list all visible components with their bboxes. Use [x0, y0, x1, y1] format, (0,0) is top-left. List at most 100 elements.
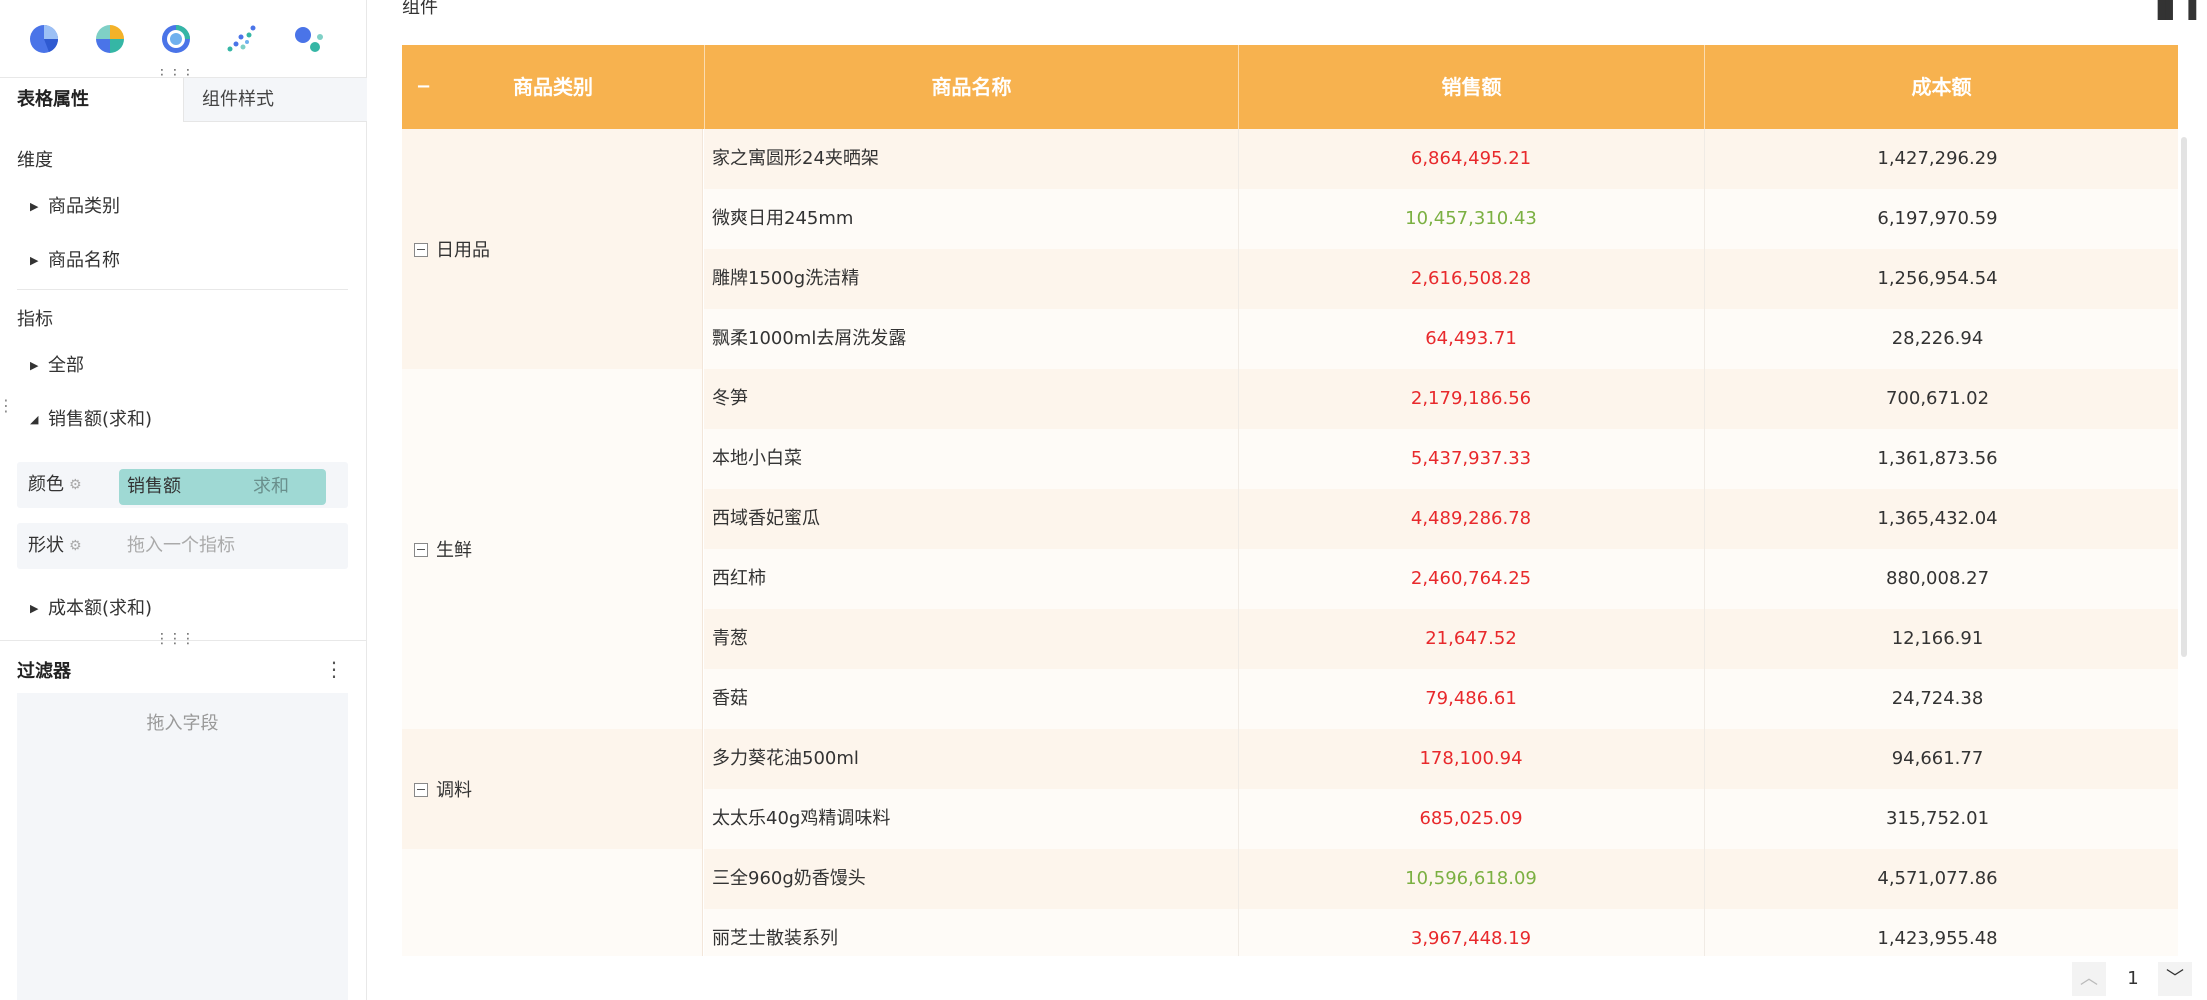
color-prop-row: 颜色 ⚙ 销售额 求和 [17, 462, 348, 508]
cell-sales: 6,864,495.21 [1238, 129, 1703, 189]
caret-right-icon: ▶ [30, 200, 39, 213]
scatter-chart-icon[interactable] [225, 22, 259, 56]
barcode-icon[interactable]: ▐▌▐ [2150, 0, 2196, 18]
dimension-item-label: 商品名称 [48, 250, 120, 271]
category-label: 生鲜 [436, 540, 472, 561]
cell-sales: 5,437,937.33 [1238, 429, 1703, 489]
more-vertical-icon[interactable]: ⋮ [324, 656, 344, 682]
table-row[interactable]: 多力葵花油500ml 178,100.94 94,661.77 [704, 729, 2178, 789]
pill-aggregation[interactable]: 求和 [253, 469, 289, 505]
cell-cost: 1,365,432.04 [1704, 489, 2170, 549]
cell-product-name: 雕牌1500g洗洁精 [712, 268, 860, 289]
category-group-toggle[interactable]: 生鲜 [414, 536, 472, 562]
cell-sales: 64,493.71 [1238, 309, 1703, 369]
table-row[interactable]: 太太乐40g鸡精调味料 685,025.09 315,752.01 [704, 789, 2178, 849]
dimension-item-product-name[interactable]: ▶ 商品名称 [30, 248, 120, 274]
cell-sales: 178,100.94 [1238, 729, 1703, 789]
collapse-icon[interactable] [414, 543, 428, 557]
cell-cost: 700,671.02 [1704, 369, 2170, 429]
category-group-toggle[interactable]: 调料 [414, 776, 472, 802]
left-config-panel: ⋮⋮⋮ 表格属性 组件样式 维度 ▶ 商品类别 ▶ 商品名称 指标 ▶ 全部 ◢ 销售额… [0, 0, 367, 1000]
cell-product-name: 太太乐40g鸡精调味料 [712, 808, 891, 829]
metric-item-sales-sum[interactable]: ◢ 销售额(求和) [30, 407, 152, 433]
cell-product-name: 本地小白菜 [712, 448, 802, 469]
collapse-icon[interactable] [414, 783, 428, 797]
tab-table-properties[interactable]: 表格属性 [0, 78, 183, 122]
header-sales[interactable]: 销售额 [1238, 45, 1704, 129]
settings-icon[interactable]: ⚙ [69, 476, 82, 494]
panel-tabs: 表格属性 组件样式 [0, 78, 367, 122]
donut-chart-icon[interactable] [93, 22, 127, 56]
next-page-button[interactable]: ﹀ [2158, 962, 2192, 996]
cell-product-name: 飘柔1000ml去屑洗发露 [712, 328, 907, 349]
table-row[interactable]: 雕牌1500g洗洁精 2,616,508.28 1,256,954.54 [704, 249, 2178, 309]
settings-icon[interactable]: ⚙ [69, 537, 82, 555]
cell-sales: 21,647.52 [1238, 609, 1703, 669]
header-product-name[interactable]: 商品名称 [704, 45, 1238, 129]
component-canvas: 组件 ▐▌▐ 家之寓圆形24夹晒架 6,864,495.21 1,427,296.2… [380, 0, 2207, 1000]
cell-cost: 28,226.94 [1704, 309, 2170, 369]
color-label: 颜色 [28, 474, 64, 495]
filter-drop-zone[interactable]: 拖入字段 [17, 693, 348, 1000]
table-row[interactable]: 西红柿 2,460,764.25 880,008.27 [704, 549, 2178, 609]
header-cost[interactable]: 成本额 [1704, 45, 2178, 129]
category-cell: 生鲜 [402, 369, 703, 729]
cell-cost: 6,197,970.59 [1704, 189, 2170, 249]
table-row[interactable]: 丽芝士散装系列 3,967,448.19 1,423,955.48 [704, 909, 2178, 956]
collapse-icon[interactable] [414, 243, 428, 257]
cell-sales: 10,457,310.43 [1238, 189, 1703, 249]
cell-product-name: 多力葵花油500ml [712, 748, 859, 769]
page-number: 1 [2127, 968, 2139, 989]
metric-item-label: 销售额(求和) [48, 409, 153, 430]
shape-drop-zone[interactable]: 拖入一个指标 [127, 523, 235, 569]
cell-product-name: 西红柿 [712, 568, 766, 589]
tab-component-style[interactable]: 组件样式 [183, 78, 367, 122]
cell-product-name: 三全960g奶香馒头 [712, 868, 866, 889]
table-row[interactable]: 本地小白菜 5,437,937.33 1,361,873.56 [704, 429, 2178, 489]
cell-cost: 24,724.38 [1704, 669, 2170, 729]
color-field-pill[interactable]: 销售额 求和 [119, 469, 326, 505]
component-title: 组件 [402, 0, 438, 18]
cell-sales: 2,616,508.28 [1238, 249, 1703, 309]
dimension-section-title: 维度 [17, 150, 53, 171]
cell-product-name: 西域香妃蜜瓜 [712, 508, 820, 529]
dimension-item-category[interactable]: ▶ 商品类别 [30, 194, 120, 220]
cell-sales: 10,596,618.09 [1238, 849, 1703, 909]
table-row[interactable]: 冬笋 2,179,186.56 700,671.02 [704, 369, 2178, 429]
filter-section-title: 过滤器 [17, 661, 71, 682]
filter-placeholder: 拖入字段 [146, 713, 219, 734]
cell-sales: 2,179,186.56 [1238, 369, 1703, 429]
table-row[interactable]: 西域香妃蜜瓜 4,489,286.78 1,365,432.04 [704, 489, 2178, 549]
table-row[interactable]: 三全960g奶香馒头 10,596,618.09 4,571,077.86 [704, 849, 2178, 909]
cell-product-name: 青葱 [712, 628, 748, 649]
metric-item-all[interactable]: ▶ 全部 [30, 353, 84, 379]
bubble-chart-icon[interactable] [291, 22, 325, 56]
category-label: 日用品 [436, 240, 490, 261]
metric-item-label: 全部 [48, 355, 84, 376]
collapse-all-icon[interactable]: − [416, 45, 431, 129]
table-scrollbar[interactable] [2181, 137, 2187, 657]
prev-page-button[interactable]: ︿ [2072, 962, 2106, 996]
cell-cost: 94,661.77 [1704, 729, 2170, 789]
resize-handle-middle[interactable]: ⋮⋮⋮ [155, 632, 195, 646]
metrics-section-title: 指标 [17, 309, 53, 330]
panel-drag-handle-icon[interactable]: ⋮ [0, 398, 14, 414]
category-group-toggle[interactable]: 日用品 [414, 236, 490, 262]
caret-right-icon: ▶ [30, 359, 39, 372]
table-row[interactable]: 家之寓圆形24夹晒架 6,864,495.21 1,427,296.29 [704, 129, 2178, 189]
table-row[interactable]: 微爽日用245mm 10,457,310.43 6,197,970.59 [704, 189, 2178, 249]
table-row[interactable]: 香菇 79,486.61 24,724.38 [704, 669, 2178, 729]
pill-field-name: 销售额 [127, 476, 181, 497]
cell-product-name: 微爽日用245mm [712, 208, 854, 229]
ring-chart-icon[interactable] [159, 22, 193, 56]
table-row[interactable]: 青葱 21,647.52 12,166.91 [704, 609, 2178, 669]
category-cell: 日用品 [402, 129, 703, 369]
cell-sales: 4,489,286.78 [1238, 489, 1703, 549]
cell-sales: 2,460,764.25 [1238, 549, 1703, 609]
chart-type-bar: ⋮⋮⋮ [0, 0, 367, 82]
header-category[interactable]: − 商品类别 [402, 45, 704, 129]
cell-cost: 1,423,955.48 [1704, 909, 2170, 956]
metric-item-cost-sum[interactable]: ▶ 成本额(求和) [30, 596, 152, 622]
pie-chart-icon[interactable] [27, 22, 61, 56]
table-row[interactable]: 飘柔1000ml去屑洗发露 64,493.71 28,226.94 [704, 309, 2178, 369]
